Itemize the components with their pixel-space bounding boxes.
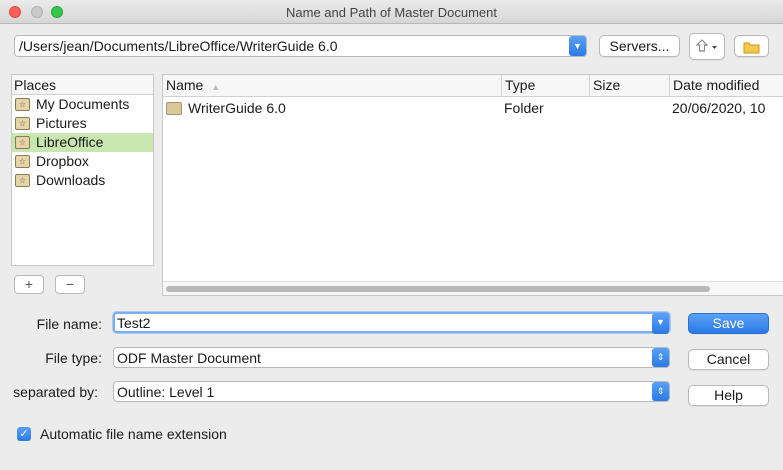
separated-by-value: Outline: Level 1 bbox=[117, 384, 215, 400]
updown-chevron-icon[interactable]: ⇕ bbox=[652, 348, 669, 367]
favorite-folder-icon: ☆ bbox=[15, 136, 30, 149]
separated-by-select[interactable]: Outline: Level 1 ⇕ bbox=[113, 381, 670, 402]
favorite-folder-icon: ☆ bbox=[15, 174, 30, 187]
remove-place-button[interactable]: − bbox=[55, 275, 85, 294]
autoext-label: Automatic file name extension bbox=[40, 426, 227, 442]
column-header-date[interactable]: Date modified bbox=[670, 75, 783, 97]
checkmark-icon: ✓ bbox=[19, 428, 29, 440]
new-folder-icon bbox=[743, 42, 759, 54]
up-arrow-icon bbox=[695, 38, 717, 52]
place-label: LibreOffice bbox=[36, 134, 104, 150]
file-name: WriterGuide 6.0 bbox=[188, 100, 286, 116]
horizontal-scrollbar[interactable] bbox=[163, 281, 783, 295]
updown-chevron-icon[interactable]: ⇕ bbox=[652, 382, 669, 401]
place-item-downloads[interactable]: ☆ Downloads bbox=[12, 171, 153, 190]
place-label: Pictures bbox=[36, 115, 87, 131]
filename-label: File name: bbox=[36, 316, 102, 332]
favorite-folder-icon: ☆ bbox=[15, 155, 30, 168]
column-header-type[interactable]: Type bbox=[502, 75, 590, 97]
filetype-label: File type: bbox=[45, 350, 102, 366]
place-label: Downloads bbox=[36, 172, 106, 188]
sort-indicator-icon: ▲ bbox=[211, 82, 221, 92]
cancel-button[interactable]: Cancel bbox=[688, 349, 769, 370]
separated-by-label: separated by: bbox=[13, 384, 98, 400]
place-item-dropbox[interactable]: ☆ Dropbox bbox=[12, 152, 153, 171]
place-item-libreoffice[interactable]: ☆ LibreOffice bbox=[12, 133, 153, 152]
chevron-down-icon[interactable]: ▼ bbox=[652, 313, 669, 334]
folder-icon bbox=[166, 102, 182, 115]
column-label: Name bbox=[166, 77, 204, 93]
place-item-my-documents[interactable]: ☆ My Documents bbox=[12, 95, 153, 114]
up-folder-button[interactable] bbox=[689, 33, 725, 60]
filename-combobox[interactable]: Test2 ▼ bbox=[113, 312, 670, 334]
title-bar: Name and Path of Master Document bbox=[0, 0, 783, 24]
scrollbar-thumb[interactable] bbox=[166, 286, 710, 292]
file-list: Name ▲ Type Size Date modified WriterGui… bbox=[162, 74, 783, 296]
file-row-date: 20/06/2020, 10 bbox=[672, 100, 766, 116]
favorite-folder-icon: ☆ bbox=[15, 98, 30, 111]
help-button[interactable]: Help bbox=[688, 385, 769, 406]
path-combobox[interactable]: /Users/jean/Documents/LibreOffice/Writer… bbox=[14, 35, 587, 57]
file-row-name[interactable]: WriterGuide 6.0 bbox=[166, 99, 496, 117]
window-title: Name and Path of Master Document bbox=[286, 5, 497, 20]
filetype-select[interactable]: ODF Master Document ⇕ bbox=[113, 347, 670, 368]
autoext-checkbox[interactable]: ✓ bbox=[17, 427, 31, 441]
place-label: My Documents bbox=[36, 96, 130, 112]
path-value: /Users/jean/Documents/LibreOffice/Writer… bbox=[19, 38, 338, 54]
place-item-pictures[interactable]: ☆ Pictures bbox=[12, 114, 153, 133]
column-header-name[interactable]: Name ▲ bbox=[163, 75, 502, 97]
servers-button[interactable]: Servers... bbox=[599, 35, 680, 57]
column-header-size[interactable]: Size bbox=[590, 75, 670, 97]
new-folder-button[interactable] bbox=[734, 35, 769, 57]
place-label: Dropbox bbox=[36, 153, 89, 169]
filetype-value: ODF Master Document bbox=[117, 350, 261, 366]
save-button[interactable]: Save bbox=[688, 313, 769, 334]
favorite-folder-icon: ☆ bbox=[15, 117, 30, 130]
add-place-button[interactable]: + bbox=[14, 275, 44, 294]
places-panel: Places ☆ My Documents ☆ Pictures ☆ Libre… bbox=[11, 74, 154, 266]
chevron-down-icon[interactable]: ▼ bbox=[569, 36, 586, 56]
file-row-type: Folder bbox=[504, 100, 544, 116]
places-header: Places bbox=[12, 75, 153, 95]
filename-input[interactable]: Test2 bbox=[117, 315, 150, 331]
